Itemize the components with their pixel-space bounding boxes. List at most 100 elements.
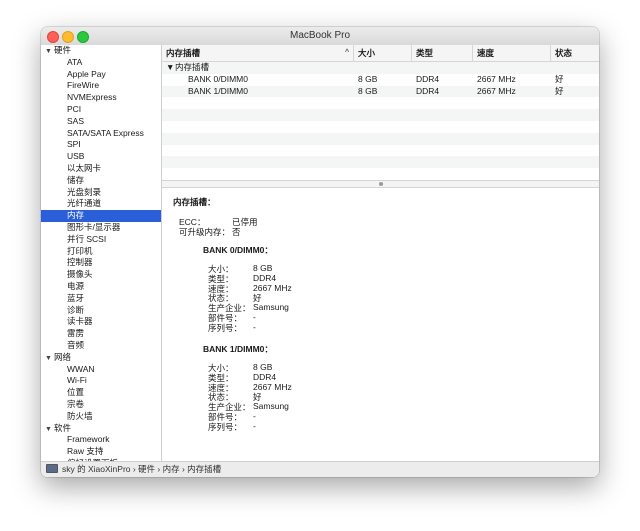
- sidebar-item-label: 电源: [67, 280, 85, 291]
- sidebar-item[interactable]: NVMExpress: [41, 92, 161, 104]
- sidebar-group-software[interactable]: ▼ 软件: [41, 423, 161, 435]
- field-value: DDR4: [253, 272, 277, 283]
- detail-pane: 内存插槽： ECC： 已停用 可升级内存： 否 BANK 0/DIMM0： 大小：…: [162, 188, 599, 461]
- sidebar-item-label: USB: [67, 151, 85, 162]
- sidebar-item[interactable]: 光盘刻录: [41, 187, 161, 199]
- system-information-window: MacBook Pro ▼ 硬件 ATA Apple Pay FireWire NVME…: [41, 27, 599, 477]
- sidebar-item-label: 光盘刻录: [67, 186, 102, 197]
- empty-row: [162, 121, 599, 133]
- table-row[interactable]: BANK 0/DIMM0 8 GB DDR4 2667 MHz 好: [162, 74, 599, 86]
- sidebar-item[interactable]: 位置: [41, 387, 161, 399]
- sidebar-item[interactable]: 内存: [41, 210, 161, 222]
- sidebar-item-label: FireWire: [67, 80, 100, 91]
- cell-type: DDR4: [416, 85, 440, 96]
- column-header-slot[interactable]: 内存插槽: [162, 45, 352, 61]
- sidebar-item[interactable]: 防火墙: [41, 411, 161, 423]
- sidebar-item[interactable]: FireWire: [41, 80, 161, 92]
- sidebar-item[interactable]: USB: [41, 151, 161, 163]
- network-item-list: WWAN Wi-Fi 位置 宗卷 防火墙: [41, 364, 161, 423]
- field-value: -: [253, 312, 256, 322]
- sidebar-item-label: 并行 SCSI: [67, 233, 107, 244]
- field-value: -: [253, 420, 256, 431]
- field-value: DDR4: [253, 371, 277, 382]
- path-bar: sky 的 XiaoXinPro › 硬件 › 内存 › 内存插槽: [41, 461, 599, 477]
- disclosure-triangle-icon[interactable]: ▼: [166, 62, 174, 74]
- cell-slot: BANK 0/DIMM0: [188, 73, 248, 84]
- field-value: 2667 MHz: [253, 381, 292, 392]
- sidebar-group-network[interactable]: ▼ 网络: [41, 352, 161, 364]
- cell-status: 好: [555, 73, 564, 84]
- empty-row: [162, 168, 599, 180]
- field-value: Samsung: [253, 302, 289, 313]
- sidebar-item[interactable]: Wi-Fi: [41, 375, 161, 387]
- sidebar-item-label: 雷雳: [67, 328, 85, 339]
- software-item-list: FrameworkRaw 支持偏好设置面板: [41, 434, 161, 461]
- sidebar-item[interactable]: 蓝牙: [41, 293, 161, 305]
- sidebar-item-label: 蓝牙: [67, 292, 85, 303]
- sidebar-item-label: Wi-Fi: [67, 375, 87, 386]
- sidebar-item-label: Raw 支持: [67, 446, 104, 457]
- sidebar-item-label: 摄像头: [67, 269, 93, 280]
- sidebar-item-label: SAS: [67, 115, 85, 126]
- sidebar-item[interactable]: Apple Pay: [41, 69, 161, 81]
- sidebar-item-label: SPI: [67, 139, 81, 150]
- sidebar-item[interactable]: 摄像头: [41, 269, 161, 281]
- sidebar-group-label: 软件: [54, 422, 72, 433]
- sidebar-item-label: 位置: [67, 387, 85, 398]
- sidebar-item[interactable]: ATA: [41, 57, 161, 69]
- table-body: ▼ 内存插槽 BANK 0/DIMM0 8 GB DDR4 2667 MHz 好…: [162, 62, 599, 180]
- cell-status: 好: [555, 85, 564, 96]
- sidebar-item[interactable]: SATA/SATA Express: [41, 128, 161, 140]
- splitter-handle-icon[interactable]: [378, 182, 383, 186]
- empty-row: [162, 145, 599, 157]
- sidebar-item[interactable]: 读卡器: [41, 316, 161, 328]
- empty-row: [162, 109, 599, 121]
- sidebar-item[interactable]: Framework: [41, 434, 161, 446]
- sidebar-item-label: 以太网卡: [67, 162, 102, 173]
- field-value: 8 GB: [253, 263, 273, 273]
- sidebar-item[interactable]: 并行 SCSI: [41, 234, 161, 246]
- sidebar-item[interactable]: SPI: [41, 139, 161, 151]
- pane-splitter[interactable]: [162, 180, 599, 188]
- sidebar-item[interactable]: WWAN: [41, 364, 161, 376]
- sidebar-item-label: 打印机: [67, 245, 93, 256]
- cell-speed: 2667 MHz: [477, 85, 516, 96]
- hardware-item-list: ATA Apple Pay FireWire NVMExpress PCI SAS SATA…: [41, 57, 161, 352]
- column-header-type[interactable]: 类型: [411, 45, 472, 61]
- bank-title: BANK 0/DIMM0：: [203, 245, 273, 255]
- sidebar-item[interactable]: 宗卷: [41, 399, 161, 411]
- empty-row: [162, 97, 599, 109]
- table-group-row[interactable]: ▼ 内存插槽: [162, 62, 599, 74]
- sidebar-item[interactable]: 诊断: [41, 305, 161, 317]
- path-text[interactable]: sky 的 XiaoXinPro › 硬件 › 内存 › 内存插槽: [62, 464, 221, 474]
- sidebar-item[interactable]: SAS: [41, 116, 161, 128]
- sidebar-item[interactable]: 音频: [41, 340, 161, 352]
- sidebar[interactable]: ▼ 硬件 ATA Apple Pay FireWire NVMExpress PCI SAS…: [41, 45, 162, 461]
- sidebar-item-label: 诊断: [67, 304, 85, 315]
- sidebar-item[interactable]: 以太网卡: [41, 163, 161, 175]
- column-header-size[interactable]: 大小: [353, 45, 411, 61]
- sidebar-item[interactable]: Raw 支持: [41, 446, 161, 458]
- column-header-speed[interactable]: 速度: [472, 45, 550, 61]
- cell-type: DDR4: [416, 73, 440, 84]
- sidebar-group-hardware[interactable]: ▼ 硬件: [41, 45, 161, 57]
- sidebar-item[interactable]: 图形卡/显示器: [41, 222, 161, 234]
- sidebar-item-label: 图形卡/显示器: [67, 221, 121, 232]
- sidebar-item[interactable]: 控制器: [41, 257, 161, 269]
- sidebar-item-label: 读卡器: [67, 316, 93, 327]
- sidebar-item-label: 防火墙: [67, 410, 93, 421]
- sidebar-item[interactable]: 电源: [41, 281, 161, 293]
- sort-chevron-icon: ^: [345, 49, 350, 56]
- title-bar[interactable]: MacBook Pro: [41, 27, 599, 46]
- column-header-status[interactable]: 状态: [550, 45, 599, 61]
- sidebar-group-label: 硬件: [54, 45, 72, 55]
- table-row[interactable]: BANK 1/DIMM0 8 GB DDR4 2667 MHz 好: [162, 85, 599, 98]
- sidebar-item[interactable]: 雷雳: [41, 328, 161, 340]
- sidebar-item[interactable]: 储存: [41, 175, 161, 187]
- field-value: -: [253, 411, 256, 421]
- sidebar-item-label: ATA: [67, 56, 83, 67]
- sidebar-item[interactable]: PCI: [41, 104, 161, 116]
- upgradeable-value: 否: [232, 227, 241, 237]
- sidebar-item[interactable]: 光纤通道: [41, 198, 161, 210]
- sidebar-item[interactable]: 打印机: [41, 246, 161, 258]
